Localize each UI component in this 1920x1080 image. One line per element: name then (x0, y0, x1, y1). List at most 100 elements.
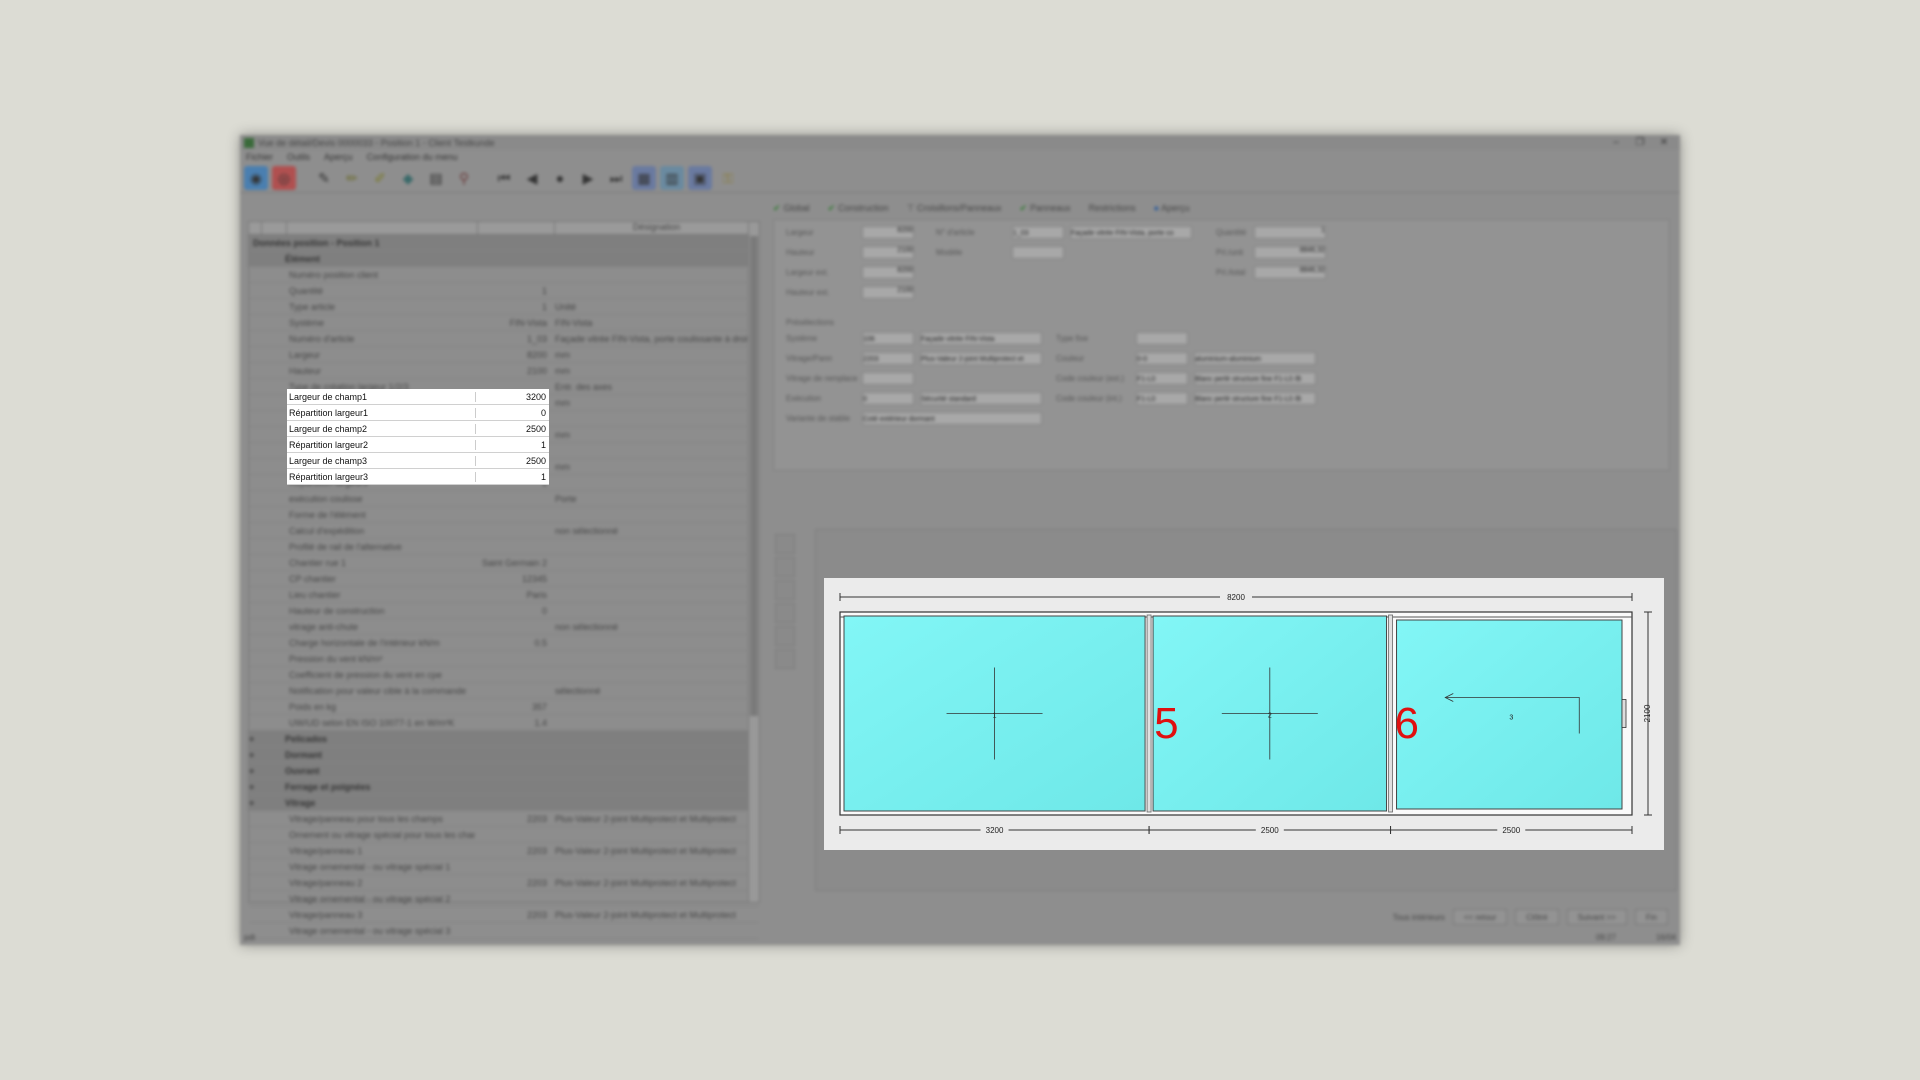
pins-icon[interactable]: ⚲ (452, 166, 476, 190)
row-value[interactable]: 2100 (475, 366, 551, 376)
menu-apercu[interactable]: Aperçu (324, 152, 353, 162)
grid-row[interactable]: Notification pour valeur cible à la comm… (249, 683, 759, 699)
last-icon[interactable]: ⏭ (604, 166, 628, 190)
row-value[interactable]: 0.5 (475, 638, 551, 648)
rotate-tool-icon[interactable] (775, 603, 795, 623)
article-field[interactable]: 1_03 (1012, 226, 1064, 239)
globe-icon[interactable]: ◉ (244, 166, 268, 190)
hauteur-ext-field[interactable]: 2100 (862, 286, 914, 299)
highlighted-row[interactable]: Répartition largeur2 1 (287, 437, 549, 453)
grid-row[interactable]: CP chantier 12345 (249, 571, 759, 587)
highlighted-row-value[interactable]: 2500 (476, 424, 549, 434)
record-icon[interactable]: ● (548, 166, 572, 190)
grid-row[interactable]: Charge horizontale de l'intérieur kN/m 0.… (249, 635, 759, 651)
grid-row[interactable]: Profilé de rail de l'alternative (249, 539, 759, 555)
highlighted-row[interactable]: Largeur de champ3 2500 (287, 453, 549, 469)
grid-row[interactable]: UW/UD selon EN ISO 10077-1 en W/m²K 1.4 (249, 715, 759, 731)
grid-row[interactable]: Système FIN-Vista FIN-Vista (249, 315, 759, 331)
tab-panneaux[interactable]: ✔ Panneaux (1020, 203, 1071, 214)
row-value[interactable]: 1 (475, 302, 551, 312)
grid-row[interactable]: Coefficient de pression du vent en cpe (249, 667, 759, 683)
grid-row[interactable]: Quantité 1 (249, 283, 759, 299)
vertical-scrollbar[interactable] (748, 222, 759, 902)
row-value[interactable]: 12345 (475, 574, 551, 584)
couleur-field[interactable]: 0-0 (1136, 352, 1188, 365)
quantite-field[interactable]: 1 (1254, 226, 1326, 239)
scrollbar-thumb[interactable] (750, 236, 758, 716)
back-button[interactable]: << retour (1452, 909, 1508, 925)
target-icon[interactable]: ◎ (272, 166, 296, 190)
grid-row[interactable]: exécution coulisse Porte (249, 491, 759, 507)
row-value[interactable]: 0 (475, 606, 551, 616)
grid-row[interactable]: Vitrage/panneau 1 2203 Plus-Valeur 2-joint… (249, 843, 759, 859)
highlighted-row-value[interactable]: 3200 (476, 392, 549, 402)
row-value[interactable]: 2203 (475, 910, 551, 920)
close-doc-button[interactable]: Clôtré (1515, 909, 1559, 925)
menu-fichier[interactable]: Fichier (246, 152, 273, 162)
menu-configuration[interactable]: Configuration du menu (367, 152, 458, 162)
grid-row[interactable]: Ornement ou vitrage spécial pour tous le… (249, 827, 759, 843)
code-ext-field[interactable]: F1-L0 (1136, 372, 1188, 385)
grid-row[interactable]: Vitrage ornemental - ou vitrage spécial … (249, 891, 759, 907)
variante-select[interactable]: Coté extérieur dormant (862, 412, 1042, 425)
grid-row[interactable]: Numéro position client (249, 267, 759, 283)
next-icon[interactable]: ▶ (576, 166, 600, 190)
grid-row[interactable]: Forme de l'élément (249, 507, 759, 523)
grid-row[interactable]: Chantier rue 1 Saint Germain 2 (249, 555, 759, 571)
row-value[interactable]: FIN-Vista (475, 318, 551, 328)
row-value[interactable]: 1.4 (475, 718, 551, 728)
execution-field[interactable]: 0 (862, 392, 914, 405)
pan-tool-icon[interactable] (775, 580, 795, 600)
largeur-field[interactable]: 8200 (862, 226, 914, 239)
tab-construction[interactable]: ✔ Construction (828, 203, 889, 214)
close-button[interactable]: ✕ (1652, 137, 1676, 148)
highlighted-row[interactable]: Largeur de champ1 3200 (287, 389, 549, 405)
grid-section[interactable]: + Vitrage (249, 795, 759, 811)
row-value[interactable]: 2203 (475, 878, 551, 888)
row-value[interactable]: 357 (475, 702, 551, 712)
menu-outils[interactable]: Outils (287, 152, 310, 162)
measure-icon[interactable]: ✎ (312, 166, 336, 190)
type-field[interactable] (1136, 332, 1188, 345)
row-value[interactable]: Saint Germain 2 (475, 558, 551, 568)
grid-row[interactable]: Lieu chantier Paris (249, 587, 759, 603)
layout-icon[interactable]: ▣ (688, 166, 712, 190)
highlighted-row-value[interactable]: 0 (476, 408, 549, 418)
tab-apercu[interactable]: ● Aperçu (1154, 203, 1190, 213)
highlighted-row[interactable]: Répartition largeur1 0 (287, 405, 549, 421)
grid-row[interactable]: vitrage anti-chute non sélectionné (249, 619, 759, 635)
grid-row[interactable]: Type article 1 Unité (249, 299, 759, 315)
row-value[interactable]: Paris (475, 590, 551, 600)
minimize-button[interactable]: – (1604, 137, 1628, 148)
end-button[interactable]: Fin (1634, 909, 1668, 925)
key-icon[interactable]: ⚿ (716, 166, 740, 190)
grid-row[interactable]: Hauteur de construction 0 (249, 603, 759, 619)
grid-row[interactable]: Calcul d'expédition non sélectionné (249, 523, 759, 539)
select-tool-icon[interactable] (775, 534, 795, 554)
grid-section[interactable]: + Ouvrant (249, 763, 759, 779)
tab-global[interactable]: ✔ Global (773, 203, 810, 214)
row-value[interactable]: 2203 (475, 814, 551, 824)
pencil-icon[interactable]: ✏ (340, 166, 364, 190)
grid-section[interactable]: + Pelicados (249, 731, 759, 747)
tab-croisillons[interactable]: ⊤ Croisillons/Panneaux (907, 203, 1002, 214)
zoom-tool-icon[interactable] (775, 557, 795, 577)
code-int-field[interactable]: F1-L0 (1136, 392, 1188, 405)
next-button[interactable]: Suivant >> (1566, 909, 1627, 925)
edit-icon[interactable]: ✐ (368, 166, 392, 190)
maximize-button[interactable]: ❐ (1628, 137, 1652, 148)
row-value[interactable]: 2203 (475, 846, 551, 856)
vitrage-field[interactable]: 2203 (862, 352, 914, 365)
modele-field[interactable] (1012, 246, 1064, 259)
document-icon[interactable]: ▤ (424, 166, 448, 190)
largeur-ext-field[interactable]: 8200 (862, 266, 914, 279)
highlighted-row-value[interactable]: 2500 (476, 456, 549, 466)
grid-row[interactable]: Vitrage ornemental - ou vitrage spécial … (249, 859, 759, 875)
grid-row[interactable]: Numéro d'article 1_03 Façade vitrée FIN-Vi… (249, 331, 759, 347)
grid-row[interactable]: Vitrage/panneau 3 2203 Plus-Valeur 2-joint… (249, 907, 759, 923)
grid-row[interactable]: Pression du vent kN/m² (249, 651, 759, 667)
first-icon[interactable]: ⏮ (492, 166, 516, 190)
row-value[interactable]: 8200 (475, 350, 551, 360)
tab-restrictions[interactable]: Restrictions (1089, 203, 1136, 213)
grid-row[interactable]: Vitrage/panneau 2 2203 Plus-Valeur 2-joint… (249, 875, 759, 891)
